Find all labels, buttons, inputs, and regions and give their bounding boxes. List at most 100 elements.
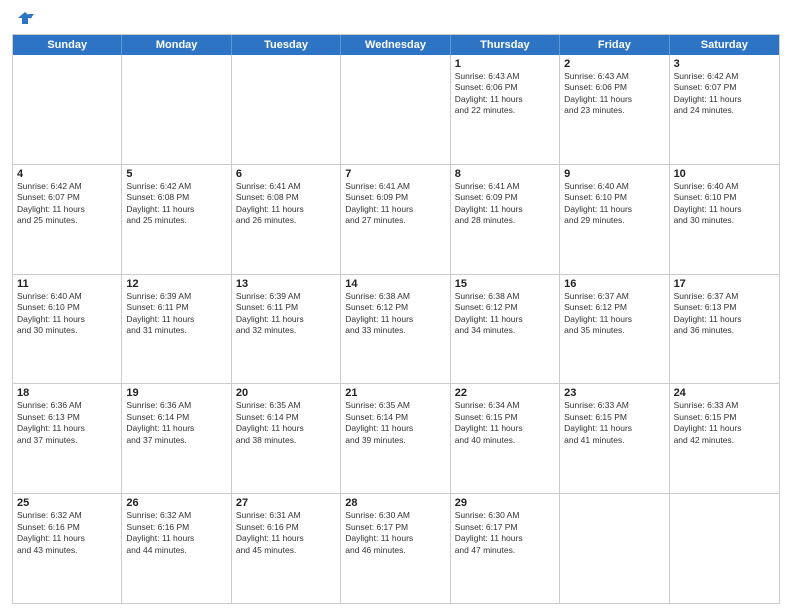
day-number: 11 bbox=[17, 278, 117, 290]
day-number: 23 bbox=[564, 387, 664, 399]
calendar-day: 11Sunrise: 6:40 AM Sunset: 6:10 PM Dayli… bbox=[13, 275, 122, 384]
calendar-day: 15Sunrise: 6:38 AM Sunset: 6:12 PM Dayli… bbox=[451, 275, 560, 384]
day-number: 26 bbox=[126, 497, 226, 509]
calendar-day: 16Sunrise: 6:37 AM Sunset: 6:12 PM Dayli… bbox=[560, 275, 669, 384]
logo bbox=[12, 10, 36, 28]
calendar-day: 28Sunrise: 6:30 AM Sunset: 6:17 PM Dayli… bbox=[341, 494, 450, 603]
calendar-day: 10Sunrise: 6:40 AM Sunset: 6:10 PM Dayli… bbox=[670, 165, 779, 274]
calendar-day: 26Sunrise: 6:32 AM Sunset: 6:16 PM Dayli… bbox=[122, 494, 231, 603]
day-info: Sunrise: 6:43 AM Sunset: 6:06 PM Dayligh… bbox=[455, 71, 555, 117]
calendar-day: 25Sunrise: 6:32 AM Sunset: 6:16 PM Dayli… bbox=[13, 494, 122, 603]
weekday-header: Thursday bbox=[451, 35, 560, 55]
weekday-header: Saturday bbox=[670, 35, 779, 55]
calendar-day: 7Sunrise: 6:41 AM Sunset: 6:09 PM Daylig… bbox=[341, 165, 450, 274]
day-info: Sunrise: 6:37 AM Sunset: 6:12 PM Dayligh… bbox=[564, 291, 664, 337]
calendar-day: 14Sunrise: 6:38 AM Sunset: 6:12 PM Dayli… bbox=[341, 275, 450, 384]
day-number: 10 bbox=[674, 168, 775, 180]
calendar-row: 1Sunrise: 6:43 AM Sunset: 6:06 PM Daylig… bbox=[13, 55, 779, 165]
calendar-day: 18Sunrise: 6:36 AM Sunset: 6:13 PM Dayli… bbox=[13, 384, 122, 493]
calendar-day: 20Sunrise: 6:35 AM Sunset: 6:14 PM Dayli… bbox=[232, 384, 341, 493]
weekday-header: Friday bbox=[560, 35, 669, 55]
day-number: 22 bbox=[455, 387, 555, 399]
day-info: Sunrise: 6:39 AM Sunset: 6:11 PM Dayligh… bbox=[126, 291, 226, 337]
calendar-day: 9Sunrise: 6:40 AM Sunset: 6:10 PM Daylig… bbox=[560, 165, 669, 274]
calendar-empty-cell bbox=[232, 55, 341, 164]
calendar-empty-cell bbox=[341, 55, 450, 164]
weekday-header: Wednesday bbox=[341, 35, 450, 55]
calendar-day: 13Sunrise: 6:39 AM Sunset: 6:11 PM Dayli… bbox=[232, 275, 341, 384]
day-info: Sunrise: 6:42 AM Sunset: 6:07 PM Dayligh… bbox=[674, 71, 775, 117]
calendar-day: 1Sunrise: 6:43 AM Sunset: 6:06 PM Daylig… bbox=[451, 55, 560, 164]
calendar-empty-cell bbox=[122, 55, 231, 164]
calendar-day: 17Sunrise: 6:37 AM Sunset: 6:13 PM Dayli… bbox=[670, 275, 779, 384]
calendar-row: 11Sunrise: 6:40 AM Sunset: 6:10 PM Dayli… bbox=[13, 275, 779, 385]
day-number: 9 bbox=[564, 168, 664, 180]
day-info: Sunrise: 6:43 AM Sunset: 6:06 PM Dayligh… bbox=[564, 71, 664, 117]
day-number: 12 bbox=[126, 278, 226, 290]
day-number: 3 bbox=[674, 58, 775, 70]
weekday-header: Monday bbox=[122, 35, 231, 55]
calendar-day: 8Sunrise: 6:41 AM Sunset: 6:09 PM Daylig… bbox=[451, 165, 560, 274]
calendar-row: 18Sunrise: 6:36 AM Sunset: 6:13 PM Dayli… bbox=[13, 384, 779, 494]
day-info: Sunrise: 6:32 AM Sunset: 6:16 PM Dayligh… bbox=[17, 510, 117, 556]
day-info: Sunrise: 6:42 AM Sunset: 6:08 PM Dayligh… bbox=[126, 181, 226, 227]
day-number: 25 bbox=[17, 497, 117, 509]
calendar-day: 29Sunrise: 6:30 AM Sunset: 6:17 PM Dayli… bbox=[451, 494, 560, 603]
day-info: Sunrise: 6:32 AM Sunset: 6:16 PM Dayligh… bbox=[126, 510, 226, 556]
day-number: 15 bbox=[455, 278, 555, 290]
calendar-day: 2Sunrise: 6:43 AM Sunset: 6:06 PM Daylig… bbox=[560, 55, 669, 164]
day-info: Sunrise: 6:35 AM Sunset: 6:14 PM Dayligh… bbox=[345, 400, 445, 446]
day-number: 1 bbox=[455, 58, 555, 70]
day-info: Sunrise: 6:39 AM Sunset: 6:11 PM Dayligh… bbox=[236, 291, 336, 337]
day-info: Sunrise: 6:40 AM Sunset: 6:10 PM Dayligh… bbox=[564, 181, 664, 227]
day-info: Sunrise: 6:41 AM Sunset: 6:09 PM Dayligh… bbox=[345, 181, 445, 227]
day-info: Sunrise: 6:36 AM Sunset: 6:14 PM Dayligh… bbox=[126, 400, 226, 446]
calendar-day: 19Sunrise: 6:36 AM Sunset: 6:14 PM Dayli… bbox=[122, 384, 231, 493]
day-number: 6 bbox=[236, 168, 336, 180]
day-number: 21 bbox=[345, 387, 445, 399]
day-info: Sunrise: 6:40 AM Sunset: 6:10 PM Dayligh… bbox=[674, 181, 775, 227]
day-info: Sunrise: 6:40 AM Sunset: 6:10 PM Dayligh… bbox=[17, 291, 117, 337]
day-number: 14 bbox=[345, 278, 445, 290]
day-number: 8 bbox=[455, 168, 555, 180]
day-number: 4 bbox=[17, 168, 117, 180]
calendar-day: 27Sunrise: 6:31 AM Sunset: 6:16 PM Dayli… bbox=[232, 494, 341, 603]
day-info: Sunrise: 6:31 AM Sunset: 6:16 PM Dayligh… bbox=[236, 510, 336, 556]
calendar-row: 25Sunrise: 6:32 AM Sunset: 6:16 PM Dayli… bbox=[13, 494, 779, 603]
day-info: Sunrise: 6:34 AM Sunset: 6:15 PM Dayligh… bbox=[455, 400, 555, 446]
calendar-day: 12Sunrise: 6:39 AM Sunset: 6:11 PM Dayli… bbox=[122, 275, 231, 384]
calendar-day: 21Sunrise: 6:35 AM Sunset: 6:14 PM Dayli… bbox=[341, 384, 450, 493]
calendar-day: 5Sunrise: 6:42 AM Sunset: 6:08 PM Daylig… bbox=[122, 165, 231, 274]
day-info: Sunrise: 6:38 AM Sunset: 6:12 PM Dayligh… bbox=[455, 291, 555, 337]
day-number: 19 bbox=[126, 387, 226, 399]
day-number: 17 bbox=[674, 278, 775, 290]
day-info: Sunrise: 6:30 AM Sunset: 6:17 PM Dayligh… bbox=[455, 510, 555, 556]
weekday-header: Tuesday bbox=[232, 35, 341, 55]
day-info: Sunrise: 6:38 AM Sunset: 6:12 PM Dayligh… bbox=[345, 291, 445, 337]
calendar-day: 24Sunrise: 6:33 AM Sunset: 6:15 PM Dayli… bbox=[670, 384, 779, 493]
day-number: 28 bbox=[345, 497, 445, 509]
calendar-empty-cell bbox=[13, 55, 122, 164]
day-number: 13 bbox=[236, 278, 336, 290]
day-number: 29 bbox=[455, 497, 555, 509]
day-info: Sunrise: 6:42 AM Sunset: 6:07 PM Dayligh… bbox=[17, 181, 117, 227]
logo-bird-icon bbox=[14, 10, 36, 32]
calendar-day: 3Sunrise: 6:42 AM Sunset: 6:07 PM Daylig… bbox=[670, 55, 779, 164]
calendar-day: 23Sunrise: 6:33 AM Sunset: 6:15 PM Dayli… bbox=[560, 384, 669, 493]
day-number: 7 bbox=[345, 168, 445, 180]
day-number: 20 bbox=[236, 387, 336, 399]
calendar-day: 6Sunrise: 6:41 AM Sunset: 6:08 PM Daylig… bbox=[232, 165, 341, 274]
calendar-header: SundayMondayTuesdayWednesdayThursdayFrid… bbox=[13, 35, 779, 55]
day-info: Sunrise: 6:30 AM Sunset: 6:17 PM Dayligh… bbox=[345, 510, 445, 556]
day-info: Sunrise: 6:36 AM Sunset: 6:13 PM Dayligh… bbox=[17, 400, 117, 446]
day-info: Sunrise: 6:37 AM Sunset: 6:13 PM Dayligh… bbox=[674, 291, 775, 337]
calendar-row: 4Sunrise: 6:42 AM Sunset: 6:07 PM Daylig… bbox=[13, 165, 779, 275]
day-info: Sunrise: 6:33 AM Sunset: 6:15 PM Dayligh… bbox=[564, 400, 664, 446]
day-number: 18 bbox=[17, 387, 117, 399]
page-header bbox=[12, 10, 780, 28]
weekday-header: Sunday bbox=[13, 35, 122, 55]
day-info: Sunrise: 6:35 AM Sunset: 6:14 PM Dayligh… bbox=[236, 400, 336, 446]
calendar: SundayMondayTuesdayWednesdayThursdayFrid… bbox=[12, 34, 780, 604]
day-number: 16 bbox=[564, 278, 664, 290]
calendar-empty-cell bbox=[670, 494, 779, 603]
